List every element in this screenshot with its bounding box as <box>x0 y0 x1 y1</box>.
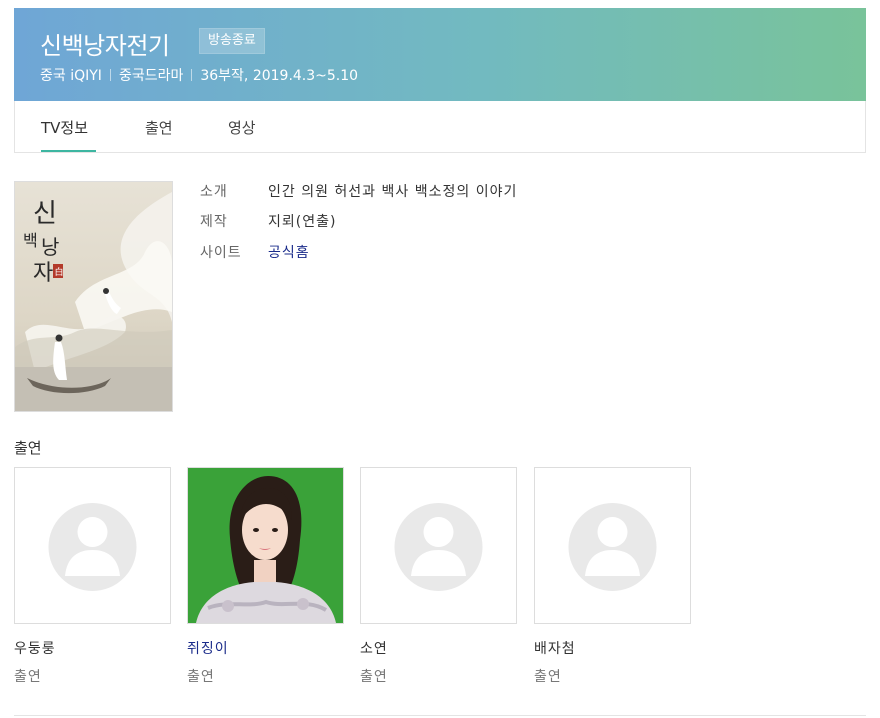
cast-role: 출연 <box>534 669 562 685</box>
info-value: 지뢰(연출) <box>268 214 337 230</box>
cast-card: 배자첨 출연 <box>534 467 692 686</box>
section-divider <box>14 715 866 716</box>
cast-name: 배자첨 <box>534 641 576 657</box>
info-label: 제작 <box>200 214 228 230</box>
active-tab-indicator <box>41 150 96 152</box>
poster-char: 백 <box>23 231 38 250</box>
tab-cast[interactable]: 출연 <box>145 117 173 138</box>
meta-genre: 중국드라마 <box>118 68 184 84</box>
poster-char: 신 <box>33 199 57 229</box>
cast-role: 출연 <box>14 669 42 685</box>
poster-image[interactable]: 신 백 낭 자 白 <box>14 181 173 412</box>
cast-name: 소연 <box>360 641 388 657</box>
info-label: 사이트 <box>200 245 242 261</box>
cast-name: 우둥룽 <box>14 641 56 657</box>
poster-seal: 白 <box>55 266 64 278</box>
info-value: 인간 의원 허선과 백사 백소정의 이야기 <box>268 184 518 200</box>
cast-card: 쥐징이 출연 <box>187 467 345 686</box>
meta-divider <box>191 69 193 81</box>
tab-bar: TV정보 출연 영상 <box>14 101 866 153</box>
person-placeholder-icon <box>568 503 657 591</box>
poster-char: 낭 <box>41 235 59 259</box>
title-header: 신백낭자전기 방송종료 중국 iQIYI 중국드라마 36부작, 2019.4.3~… <box>14 8 866 101</box>
info-production-row: 제작 지뢰(연출) <box>200 211 336 231</box>
cast-photo[interactable] <box>187 467 344 624</box>
status-badge: 방송종료 <box>199 28 265 54</box>
tab-tv-info[interactable]: TV정보 <box>41 117 88 138</box>
cast-photo-placeholder[interactable] <box>14 467 171 624</box>
cast-role: 출연 <box>187 669 215 685</box>
cast-photo-placeholder[interactable] <box>534 467 691 624</box>
meta-episodes: 36부작, 2019.4.3~5.10 <box>200 68 359 84</box>
info-label: 소개 <box>200 184 228 200</box>
page-title: 신백낭자전기 <box>40 32 170 60</box>
cast-photo-placeholder[interactable] <box>360 467 517 624</box>
poster-char: 자 <box>33 261 53 286</box>
portrait-photo <box>188 468 343 623</box>
person-placeholder-icon <box>394 503 483 591</box>
official-site-link[interactable]: 공식홈 <box>268 245 310 261</box>
cast-name-link[interactable]: 쥐징이 <box>187 638 345 658</box>
cast-section-title: 출연 <box>14 439 42 457</box>
info-intro-row: 소개 인간 의원 허선과 백사 백소정의 이야기 <box>200 181 517 201</box>
cast-card: 소연 출연 <box>360 467 518 686</box>
meta-line: 중국 iQIYI 중국드라마 36부작, 2019.4.3~5.10 <box>40 65 358 85</box>
person-placeholder-icon <box>48 503 137 591</box>
meta-network: 중국 iQIYI <box>40 68 102 84</box>
cast-role: 출연 <box>360 669 388 685</box>
tab-video[interactable]: 영상 <box>228 117 256 138</box>
meta-divider <box>109 69 111 81</box>
cast-card: 우둥룽 출연 <box>14 467 172 686</box>
poster-artwork: 신 백 낭 자 白 <box>15 182 172 411</box>
info-site-row: 사이트 공식홈 <box>200 242 310 262</box>
